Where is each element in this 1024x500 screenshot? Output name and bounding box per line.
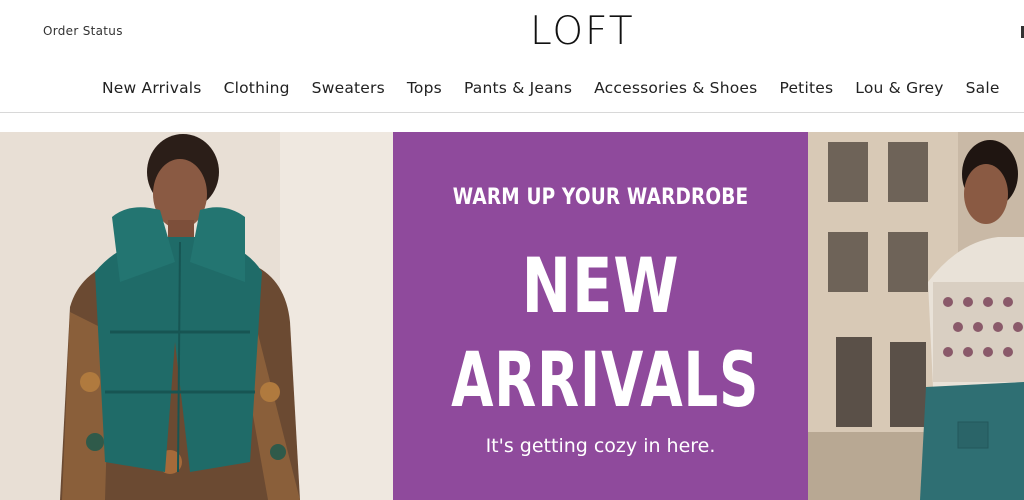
site-header: Order Status LOFT New Arrivals Clothing …	[0, 0, 1024, 113]
nav-pants-jeans[interactable]: Pants & Jeans	[464, 79, 572, 97]
promo-headline-line2: ARRIVALS	[451, 335, 760, 424]
hero-model-left-image[interactable]	[0, 132, 393, 500]
nav-new-arrivals[interactable]: New Arrivals	[102, 79, 202, 97]
promo-headline-line1: NEW	[521, 241, 680, 330]
promo-subtitle: It's getting cozy in here.	[485, 435, 716, 457]
nav-lou-grey[interactable]: Lou & Grey	[855, 79, 943, 97]
order-status-link[interactable]: Order Status	[43, 24, 123, 38]
model-vest-illustration	[0, 132, 393, 500]
nav-accessories-shoes[interactable]: Accessories & Shoes	[594, 79, 757, 97]
hero-banner[interactable]: WARM UP YOUR WARDROBE NEW ARRIVALS It's …	[0, 132, 1024, 500]
loft-logo[interactable]: LOFT	[530, 9, 635, 54]
hero-model-right-image[interactable]	[808, 132, 1024, 500]
nav-sweaters[interactable]: Sweaters	[312, 79, 385, 97]
nav-tops[interactable]: Tops	[407, 79, 442, 97]
promo-eyebrow: WARM UP YOUR WARDROBE	[452, 185, 749, 210]
nav-clothing[interactable]: Clothing	[224, 79, 290, 97]
nav-sale[interactable]: Sale	[966, 79, 1000, 97]
nav-petites[interactable]: Petites	[779, 79, 833, 97]
main-nav: New Arrivals Clothing Sweaters Tops Pant…	[102, 79, 1000, 97]
new-arrivals-promo[interactable]: WARM UP YOUR WARDROBE NEW ARRIVALS It's …	[393, 132, 808, 500]
model-sweater-illustration	[808, 132, 1024, 500]
